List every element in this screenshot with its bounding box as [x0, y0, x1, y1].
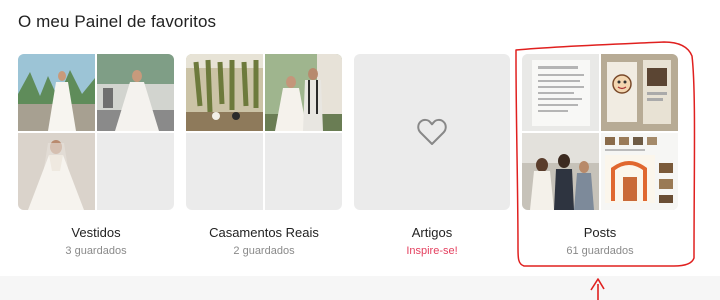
board-card-artigos[interactable]: Artigos Inspire-se! — [354, 54, 510, 257]
board-card-posts[interactable]: Posts 61 guardados — [522, 54, 678, 257]
empty-thumbnail — [265, 133, 342, 210]
board-count: 2 guardados — [233, 245, 295, 257]
board-card-casamentos-reais[interactable]: Casamentos Reais 2 guardados — [186, 54, 342, 257]
heart-icon — [417, 118, 447, 145]
board-thumbnail[interactable] — [522, 54, 678, 210]
photo-thumbnail — [18, 133, 95, 210]
board-name: Posts — [583, 225, 617, 240]
photo-thumbnail — [522, 54, 599, 131]
photo-thumbnail — [186, 54, 263, 131]
photo-thumbnail — [18, 54, 95, 131]
board-thumbnail[interactable] — [354, 54, 510, 210]
photo-thumbnail — [265, 54, 342, 131]
board-thumbnail[interactable] — [186, 54, 342, 210]
inspire-link[interactable]: Inspire-se! — [354, 245, 510, 257]
board-name: Artigos — [411, 225, 453, 240]
board-count: 61 guardados — [566, 245, 634, 257]
board-card-vestidos[interactable]: Vestidos 3 guardados — [18, 54, 174, 257]
board-thumbnail[interactable] — [18, 54, 174, 210]
empty-thumbnail — [186, 133, 263, 210]
board-name: Casamentos Reais — [209, 225, 319, 240]
empty-thumbnail — [97, 133, 174, 210]
board-name: Vestidos — [71, 225, 121, 240]
page-title: O meu Painel de favoritos — [18, 12, 217, 31]
board-count: 3 guardados — [65, 245, 127, 257]
photo-thumbnail — [522, 133, 599, 210]
photo-thumbnail — [97, 54, 174, 131]
photo-thumbnail — [601, 133, 678, 210]
section-divider — [0, 276, 720, 300]
photo-thumbnail — [601, 54, 678, 131]
